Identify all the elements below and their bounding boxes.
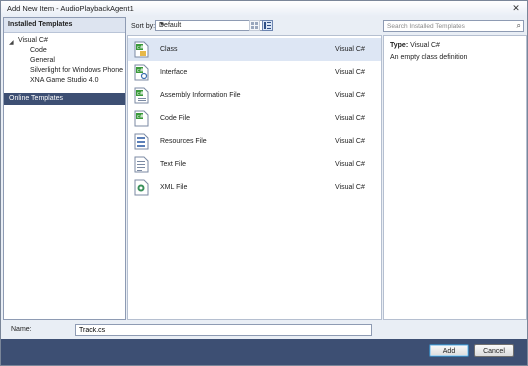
template-type: Visual C#: [335, 138, 365, 145]
sort-by-label: Sort by:: [131, 23, 156, 30]
name-input[interactable]: [75, 324, 372, 336]
templates-tree-panel: Installed Templates ◢ Visual C# Code Gen…: [3, 17, 126, 320]
online-templates-item[interactable]: Online Templates: [4, 93, 125, 105]
button-bar: Add Cancel: [1, 339, 527, 365]
template-row-interface[interactable]: c# Interface Visual C#: [128, 61, 381, 84]
template-type: Visual C#: [335, 92, 365, 99]
class-file-icon: c#: [134, 41, 149, 58]
template-name: Assembly Information File: [160, 92, 241, 99]
template-row-code-file[interactable]: c# Code File Visual C#: [128, 107, 381, 130]
template-row-xml-file[interactable]: XML File Visual C#: [128, 176, 381, 199]
search-icon[interactable]: ⌕: [517, 21, 521, 31]
type-label: Type:: [390, 42, 409, 49]
template-type: Visual C#: [335, 46, 365, 53]
add-new-item-dialog: Add New Item - AudioPlaybackAgent1 ✕ Ins…: [0, 0, 528, 366]
resources-file-icon: [134, 133, 149, 150]
installed-templates-header: Installed Templates: [4, 18, 125, 33]
template-name: Resources File: [160, 138, 207, 145]
type-line: Type: Visual C#: [390, 42, 440, 49]
svg-text:c#: c#: [137, 91, 144, 97]
template-name: Interface: [160, 69, 188, 76]
window-title: Add New Item - AudioPlaybackAgent1: [7, 4, 134, 13]
tree-item-xna[interactable]: XNA Game Studio 4.0: [30, 77, 98, 87]
tree-item-code[interactable]: Code: [30, 47, 47, 57]
expand-triangle-icon[interactable]: ◢: [9, 39, 14, 46]
template-type: Visual C#: [335, 161, 365, 168]
type-value: Visual C#: [410, 42, 440, 49]
installed-templates-label: Installed Templates: [8, 21, 73, 28]
template-type: Visual C#: [335, 184, 365, 191]
online-templates-label: Online Templates: [9, 95, 63, 102]
svg-text:c#: c#: [137, 114, 144, 120]
template-description: An empty class definition: [390, 54, 468, 61]
template-row-assembly-info[interactable]: c# Assembly Information File Visual C#: [128, 84, 381, 107]
template-details-panel: Type: Visual C# An empty class definitio…: [383, 35, 527, 320]
code-file-icon: c#: [134, 110, 149, 127]
title-bar: Add New Item - AudioPlaybackAgent1 ✕: [1, 1, 527, 16]
add-button[interactable]: Add: [429, 344, 469, 357]
small-icons-view-icon: [251, 22, 258, 29]
tree-item-general[interactable]: General: [30, 57, 55, 67]
toolbar: Sort by: Default ▼ Search Installed Temp…: [127, 17, 527, 35]
tree-item-visual-csharp[interactable]: Visual C#: [18, 37, 48, 47]
template-type: Visual C#: [335, 115, 365, 122]
template-type: Visual C#: [335, 69, 365, 76]
tree-item-silverlight[interactable]: Silverlight for Windows Phone: [30, 67, 123, 77]
template-row-class[interactable]: c# Class Visual C#: [128, 38, 381, 61]
xml-file-icon: [134, 179, 149, 196]
search-placeholder: Search Installed Templates: [387, 23, 465, 30]
name-label: Name:: [11, 326, 32, 333]
template-row-text-file[interactable]: Text File Visual C#: [128, 153, 381, 176]
assembly-info-icon: c#: [134, 87, 149, 104]
list-view-button[interactable]: [262, 20, 273, 31]
template-row-resources-file[interactable]: Resources File Visual C#: [128, 130, 381, 153]
template-list: c# Class Visual C# c# Interface Visual C…: [127, 35, 382, 320]
name-row: Name:: [3, 321, 527, 339]
small-icons-view-button[interactable]: [249, 20, 260, 31]
svg-text:c#: c#: [137, 45, 144, 51]
cancel-button[interactable]: Cancel: [474, 344, 514, 357]
interface-file-icon: c#: [134, 64, 149, 81]
search-installed-templates-input[interactable]: Search Installed Templates ⌕: [383, 20, 524, 32]
template-name: Code File: [160, 115, 190, 122]
text-file-icon: [134, 156, 149, 173]
template-name: XML File: [160, 184, 188, 191]
close-icon[interactable]: ✕: [511, 3, 521, 13]
template-name: Class: [160, 46, 178, 53]
list-view-icon: [264, 22, 271, 29]
template-name: Text File: [160, 161, 187, 168]
